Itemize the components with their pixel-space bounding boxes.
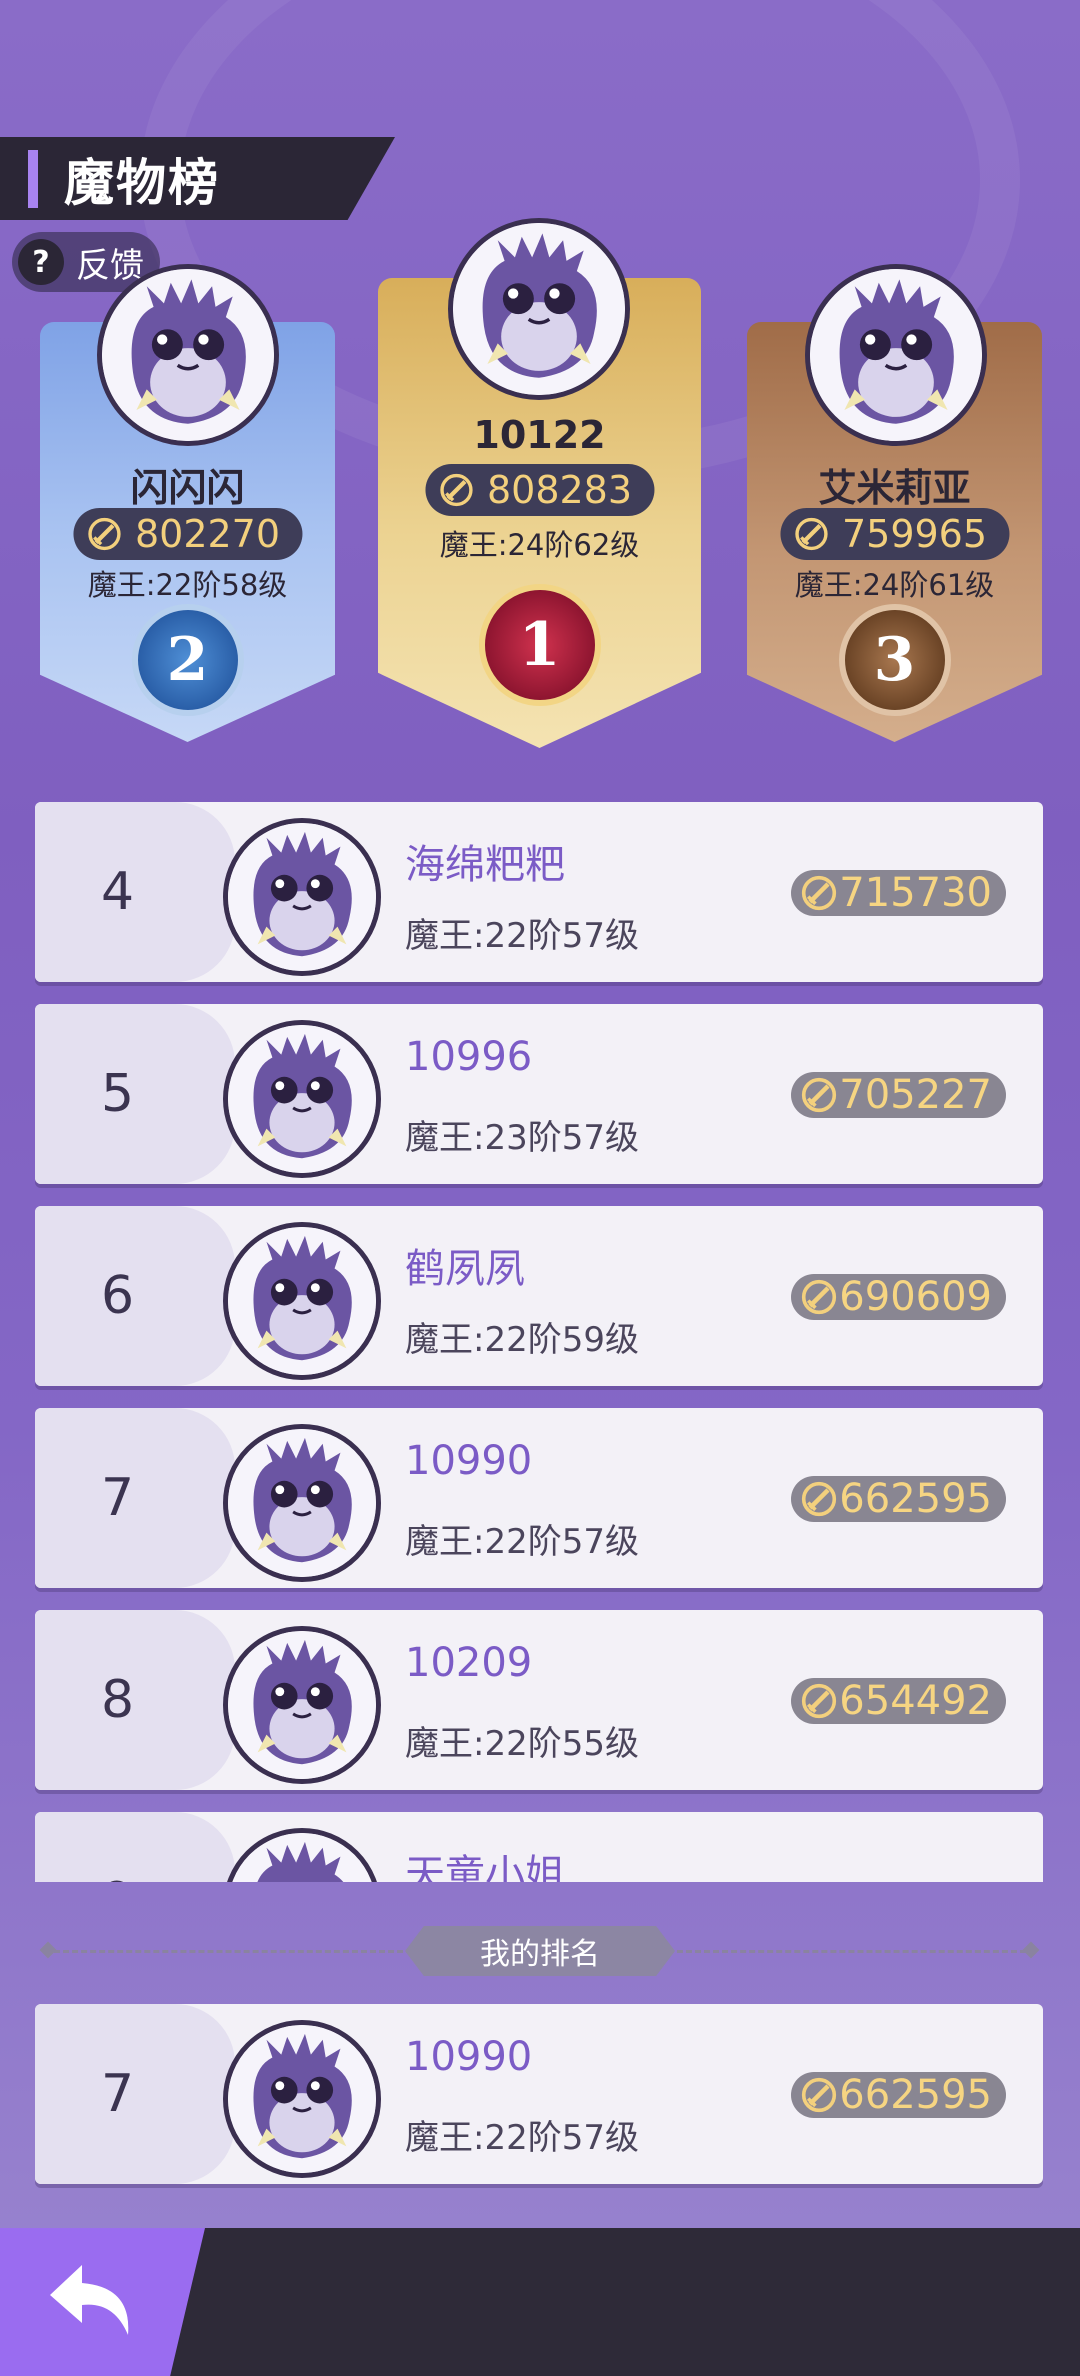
power-badge: 690609 xyxy=(791,1274,1006,1320)
player-level: 魔王:22阶57级 xyxy=(405,916,639,956)
player-level: 魔王:22阶57级 xyxy=(405,1522,639,1562)
player-name: 10996 xyxy=(405,1034,533,1080)
ranking-list[interactable]: 4 海绵粑粑 魔王:22阶57级 715730 5 10996 魔王:23阶57… xyxy=(0,790,1080,1882)
rank-number: 8 xyxy=(100,1670,135,1730)
power-value: 662595 xyxy=(839,2072,992,2118)
sword-icon xyxy=(87,517,121,551)
power-value: 759965 xyxy=(841,512,988,556)
player-name: 海绵粑粑 xyxy=(405,842,565,888)
page-title: 魔物榜 xyxy=(64,153,220,212)
power-badge: 808283 xyxy=(424,464,655,516)
power-value: 715730 xyxy=(839,870,992,916)
title-accent-bar xyxy=(28,149,38,208)
sword-icon xyxy=(801,1481,837,1517)
player-name: 天童小姐 xyxy=(405,1852,565,1882)
title-banner: 魔物榜 xyxy=(0,137,395,220)
avatar xyxy=(223,1828,381,1882)
list-item[interactable]: 7 10990 魔王:22阶57级 662595 xyxy=(35,1408,1043,1588)
player-level: 魔王:23阶57级 xyxy=(405,1118,639,1158)
player-name: 10122 xyxy=(473,413,606,457)
list-item[interactable]: 9 天童小姐 xyxy=(35,1812,1043,1882)
power-badge: 759965 xyxy=(779,508,1010,560)
power-badge: 802270 xyxy=(72,508,303,560)
player-level: 魔王:22阶57级 xyxy=(405,2118,639,2158)
sword-icon xyxy=(801,1077,837,1113)
sword-icon xyxy=(801,1683,837,1719)
feedback-label: 反馈 xyxy=(76,245,144,286)
player-name: 鹤夙夙 xyxy=(405,1246,525,1292)
sword-icon xyxy=(794,517,828,551)
list-item[interactable]: 4 海绵粑粑 魔王:22阶57级 715730 xyxy=(35,802,1043,982)
power-badge: 654492 xyxy=(791,1678,1006,1724)
avatar xyxy=(97,264,279,446)
power-badge: 662595 xyxy=(791,1476,1006,1522)
player-level: 魔王:24阶62级 xyxy=(439,528,640,562)
podium-first[interactable]: 10122 808283 魔王:24阶62级 1 xyxy=(378,218,701,748)
player-level: 魔王:22阶58级 xyxy=(87,568,288,602)
sword-icon xyxy=(801,2077,837,2113)
player-name: 10990 xyxy=(405,2034,533,2080)
my-rank-row[interactable]: 7 10990 魔王:22阶57级 662595 xyxy=(35,2004,1043,2184)
power-value: 802270 xyxy=(134,512,281,556)
rank-medal-1: 1 xyxy=(478,584,601,706)
avatar xyxy=(223,1626,381,1784)
avatar xyxy=(805,264,987,446)
back-arrow-icon xyxy=(50,2265,129,2335)
rank-number: 5 xyxy=(100,1064,135,1124)
power-value: 654492 xyxy=(839,1678,992,1724)
back-button[interactable] xyxy=(0,2228,205,2376)
power-badge: 705227 xyxy=(791,1072,1006,1118)
player-name: 艾米莉亚 xyxy=(818,466,971,510)
player-level: 魔王:22阶59级 xyxy=(405,1320,639,1360)
rank-medal-3: 3 xyxy=(838,604,951,716)
question-icon: ? xyxy=(18,239,64,285)
player-name: 10209 xyxy=(405,1640,533,1686)
divider-dot-right xyxy=(1022,1941,1040,1959)
power-value: 705227 xyxy=(839,1072,992,1118)
rank-number: 7 xyxy=(100,1468,135,1528)
podium-third[interactable]: 艾米莉亚 759965 魔王:24阶61级 3 xyxy=(747,264,1042,742)
player-name: 10990 xyxy=(405,1438,533,1484)
power-value: 690609 xyxy=(839,1274,992,1320)
rank-number: 6 xyxy=(100,1266,135,1326)
list-item[interactable]: 8 10209 魔王:22阶55级 654492 xyxy=(35,1610,1043,1790)
sword-icon xyxy=(801,1279,837,1315)
player-level: 魔王:22阶55级 xyxy=(405,1724,639,1764)
avatar xyxy=(223,2020,381,2178)
my-rank-label: 我的排名 xyxy=(405,1926,675,1976)
rank-number: 4 xyxy=(100,862,135,922)
rank-medal-2: 2 xyxy=(131,604,244,716)
list-item[interactable]: 6 鹤夙夙 魔王:22阶59级 690609 xyxy=(35,1206,1043,1386)
avatar xyxy=(448,218,630,400)
rank-number: 7 xyxy=(100,2064,135,2124)
sword-icon xyxy=(439,473,473,507)
rank-number: 9 xyxy=(35,1812,200,1882)
list-item[interactable]: 5 10996 魔王:23阶57级 705227 xyxy=(35,1004,1043,1184)
power-badge: 715730 xyxy=(791,870,1006,916)
power-value: 662595 xyxy=(839,1476,992,1522)
avatar xyxy=(223,1020,381,1178)
podium-second[interactable]: 闪闪闪 802270 魔王:22阶58级 2 xyxy=(40,264,335,742)
avatar xyxy=(223,818,381,976)
power-value: 808283 xyxy=(486,468,633,512)
avatar xyxy=(223,1222,381,1380)
player-level: 魔王:24阶61级 xyxy=(794,568,995,602)
sword-icon xyxy=(801,875,837,911)
power-badge: 662595 xyxy=(791,2072,1006,2118)
player-name: 闪闪闪 xyxy=(130,466,245,510)
avatar xyxy=(223,1424,381,1582)
